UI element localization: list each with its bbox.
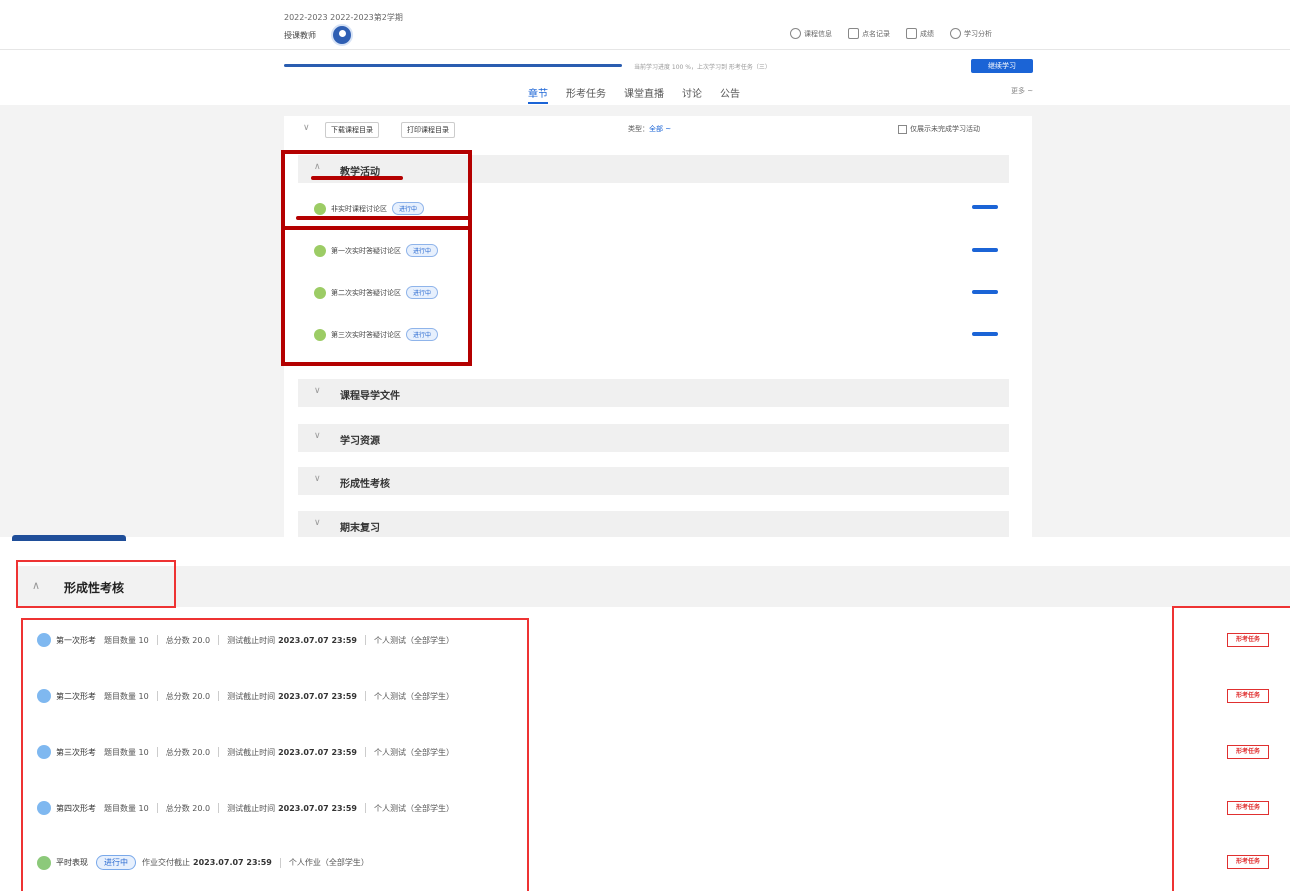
course-tabs: 章节 形考任务 课堂直播 讨论 公告 — [528, 85, 740, 104]
chevron-down-icon: ∨ — [314, 474, 321, 484]
tab-discussion[interactable]: 讨论 — [682, 85, 702, 104]
section-title: 期末复习 — [340, 523, 380, 534]
tab-assessment-tasks[interactable]: 形考任务 — [566, 85, 606, 104]
section-formative-assessment[interactable]: ∨ 形成性考核 — [298, 467, 1009, 495]
teacher-label: 授课教师 — [284, 31, 316, 40]
analysis-link[interactable]: 学习分析 — [950, 28, 992, 39]
section-guide-files[interactable]: ∨ 课程导学文件 — [298, 379, 1009, 407]
section-title: 学习资源 — [340, 436, 380, 447]
annotation-underline — [311, 176, 403, 180]
annotation-underline — [296, 216, 472, 220]
notes-link[interactable]: 点名记录 — [848, 28, 890, 39]
more-menu[interactable]: 更多 ~ — [1011, 86, 1033, 96]
tab-live[interactable]: 课堂直播 — [624, 85, 664, 104]
analysis-icon — [950, 28, 961, 39]
type-filter-label: 类型： — [628, 125, 649, 133]
progress-indicator — [972, 332, 998, 336]
course-info-link[interactable]: 课程信息 — [790, 28, 832, 39]
annotation-box — [281, 228, 472, 366]
section-title: 课程导学文件 — [340, 391, 400, 402]
avatar[interactable] — [331, 24, 353, 46]
collapse-all-icon[interactable]: ∨ — [303, 123, 310, 133]
tab-announcements[interactable]: 公告 — [720, 85, 740, 104]
progress-text: 当前学习进度 100 %，上次学习到 形考任务（三） — [634, 64, 771, 71]
annotation-box — [21, 618, 529, 891]
progress-indicator — [972, 290, 998, 294]
floating-tab[interactable] — [12, 535, 126, 541]
annotation-box — [16, 560, 176, 608]
chevron-down-icon: ∨ — [314, 386, 321, 396]
grades-link[interactable]: 成绩 — [906, 28, 934, 39]
section-learning-resources[interactable]: ∨ 学习资源 — [298, 424, 1009, 452]
continue-study-button[interactable]: 继续学习 — [971, 59, 1033, 73]
course-info-icon — [790, 28, 801, 39]
only-incomplete-toggle[interactable]: 仅展示未完成学习活动 — [898, 124, 980, 134]
notes-icon — [848, 28, 859, 39]
trophy-icon — [906, 28, 917, 39]
chevron-down-icon: ∨ — [314, 518, 321, 528]
section-title: 形成性考核 — [340, 479, 390, 490]
chevron-down-icon: ∨ — [314, 431, 321, 441]
term-label: 2022-2023 2022-2023第2学期 — [284, 13, 403, 22]
annotation-box — [1172, 606, 1290, 891]
progress-bar — [284, 64, 622, 67]
type-filter[interactable]: 类型：全部 ~ — [628, 124, 671, 134]
header-divider — [0, 49, 1290, 50]
print-catalog-button[interactable]: 打印课程目录 — [401, 122, 455, 138]
header-links: 课程信息 点名记录 成绩 学习分析 — [790, 28, 992, 39]
formative-assessment-header[interactable]: ∧ 形成性考核 — [16, 566, 1290, 607]
progress-indicator — [972, 248, 998, 252]
checkbox[interactable] — [898, 124, 907, 134]
only-incomplete-label: 仅展示未完成学习活动 — [910, 125, 980, 133]
section-final-review[interactable]: ∨ 期末复习 — [298, 511, 1009, 537]
tab-chapters[interactable]: 章节 — [528, 85, 548, 104]
download-catalog-button[interactable]: 下载课程目录 — [325, 122, 379, 138]
type-filter-value[interactable]: 全部 ~ — [649, 125, 671, 133]
progress-indicator — [972, 205, 998, 209]
